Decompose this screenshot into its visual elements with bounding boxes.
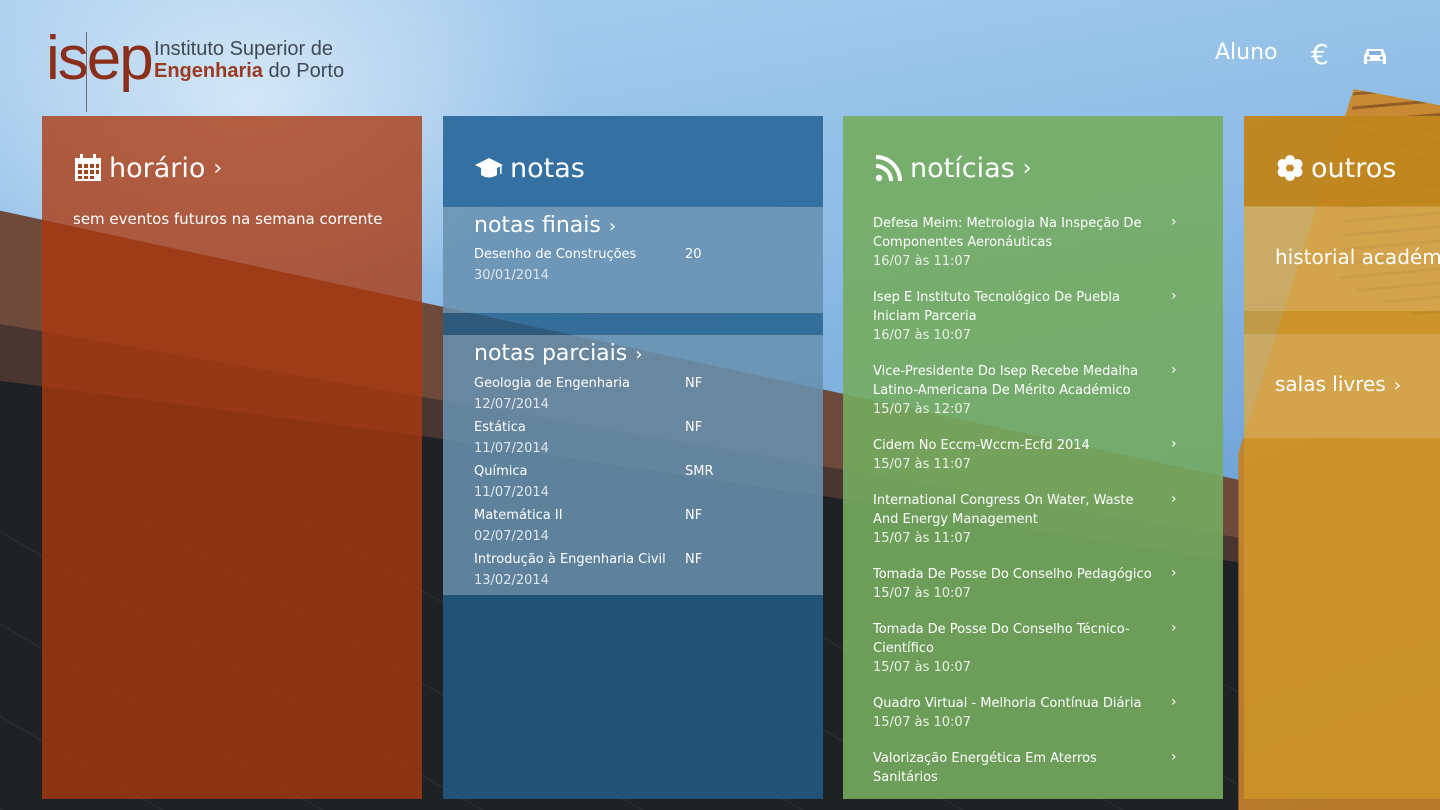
outros-item-label: historial académico bbox=[1275, 245, 1440, 269]
news-date: 15/07 às 10:07 bbox=[873, 586, 971, 601]
notas-parciais-block[interactable]: notas parciais › Geologia de Engenharia N… bbox=[443, 335, 823, 595]
news-item[interactable]: Cidem No Eccm-Wccm-Ecfd 2014 15/07 às 11… bbox=[873, 436, 1193, 472]
chevron-right-icon: › bbox=[1171, 214, 1177, 230]
notas-parciais-title[interactable]: notas parciais › bbox=[474, 341, 642, 366]
chevron-right-icon: › bbox=[1171, 436, 1177, 452]
notas-finais-title[interactable]: notas finais › bbox=[474, 213, 616, 238]
news-item[interactable]: International Congress On Water, Waste A… bbox=[873, 491, 1193, 546]
outros-panel: outros historial académico salas livres › bbox=[1244, 116, 1440, 799]
news-date: 15/07 às 11:07 bbox=[873, 531, 971, 546]
grade-value: 20 bbox=[685, 247, 702, 262]
news-title: Quadro Virtual - Melhoria Contínua Diári… bbox=[873, 696, 1142, 711]
user-label[interactable]: Aluno bbox=[1215, 40, 1278, 65]
chevron-right-icon: › bbox=[1171, 288, 1177, 304]
noticias-title-label: notícias bbox=[910, 152, 1015, 184]
news-title: International Congress On Water, Waste A… bbox=[873, 493, 1134, 527]
news-item[interactable]: Vice-Presidente Do Isep Recebe Medalha L… bbox=[873, 362, 1193, 417]
calendar-icon bbox=[75, 154, 101, 181]
flower-icon bbox=[1277, 155, 1303, 181]
news-date: 15/07 às 10:07 bbox=[873, 715, 971, 730]
chevron-right-icon: › bbox=[1171, 362, 1177, 378]
logo-line2: Engenharia do Porto bbox=[154, 60, 344, 83]
chevron-right-icon: › bbox=[1171, 491, 1177, 507]
news-item[interactable]: Tomada De Posse Do Conselho Técnico-Cien… bbox=[873, 620, 1193, 675]
chevron-right-icon: › bbox=[635, 344, 643, 365]
chevron-right-icon: › bbox=[1171, 694, 1177, 710]
news-title: Valorização Energética Em Aterros Sanitá… bbox=[873, 751, 1097, 785]
news-title: Isep E Instituto Tecnológico De Puebla I… bbox=[873, 290, 1120, 324]
rss-icon bbox=[875, 155, 902, 182]
logo-line2-rest: do Porto bbox=[262, 60, 345, 82]
grade-date: 30/01/2014 bbox=[474, 268, 549, 283]
outros-title-label: outros bbox=[1311, 152, 1397, 184]
outros-title: outros bbox=[1275, 150, 1396, 186]
logo-line2-bold: Engenharia bbox=[154, 60, 263, 82]
logo-mark: isep bbox=[46, 24, 154, 93]
outros-item-text: salas livres bbox=[1275, 372, 1386, 396]
noticias-title[interactable]: notícias › bbox=[874, 150, 1032, 186]
chevron-right-icon: › bbox=[1393, 375, 1401, 396]
outros-item-historial[interactable]: historial académico bbox=[1244, 207, 1440, 311]
horario-title[interactable]: horário › bbox=[73, 150, 222, 186]
notas-finais-block[interactable]: notas finais › Desenho de Construções 20 … bbox=[443, 207, 823, 313]
grade-value: NF bbox=[685, 552, 703, 567]
news-date: 15/07 às 11:07 bbox=[873, 457, 971, 472]
grade-date: 02/07/2014 bbox=[474, 529, 549, 544]
outros-item-salas-livres[interactable]: salas livres › bbox=[1244, 334, 1440, 438]
grade-date: 13/02/2014 bbox=[474, 573, 549, 588]
logo-divider bbox=[86, 32, 87, 112]
logo-line1: Instituto Superior de bbox=[154, 38, 333, 60]
news-item[interactable]: Defesa Meim: Metrologia Na Inspeção De C… bbox=[873, 214, 1193, 269]
chevron-right-icon: › bbox=[608, 216, 617, 237]
horario-empty-text: sem eventos futuros na semana corrente bbox=[73, 210, 383, 228]
grade-date: 12/07/2014 bbox=[474, 397, 549, 412]
chevron-right-icon: › bbox=[1022, 155, 1032, 181]
notas-finais-title-label: notas finais bbox=[474, 213, 601, 238]
grade-date: 11/07/2014 bbox=[474, 485, 549, 500]
news-item[interactable]: Valorização Energética Em Aterros Sanitá… bbox=[873, 749, 1193, 787]
grade-course: Estática bbox=[474, 420, 526, 435]
grade-course: Matemática II bbox=[474, 508, 563, 523]
chevron-right-icon: › bbox=[1171, 565, 1177, 581]
notas-title: notas bbox=[474, 150, 585, 186]
news-title: Tomada De Posse Do Conselho Técnico-Cien… bbox=[873, 622, 1130, 656]
outros-item-label: salas livres › bbox=[1275, 372, 1401, 396]
car-icon[interactable] bbox=[1362, 46, 1388, 68]
chevron-right-icon: › bbox=[213, 155, 223, 181]
grade-value: NF bbox=[685, 376, 703, 391]
news-title: Cidem No Eccm-Wccm-Ecfd 2014 bbox=[873, 438, 1090, 453]
horario-title-label: horário bbox=[109, 152, 206, 184]
news-item[interactable]: Tomada De Posse Do Conselho Pedagógico 1… bbox=[873, 565, 1193, 601]
grade-value: NF bbox=[685, 508, 703, 523]
news-date: 16/07 às 11:07 bbox=[873, 254, 971, 269]
grade-date: 11/07/2014 bbox=[474, 441, 549, 456]
news-title: Tomada De Posse Do Conselho Pedagógico bbox=[873, 567, 1152, 582]
news-title: Vice-Presidente Do Isep Recebe Medalha L… bbox=[873, 364, 1139, 398]
noticias-panel: notícias › Defesa Meim: Metrologia Na In… bbox=[843, 116, 1223, 799]
chevron-right-icon: › bbox=[1171, 749, 1177, 765]
notas-panel: notas notas finais › Desenho de Construçõ… bbox=[443, 116, 823, 799]
grade-value: SMR bbox=[685, 464, 714, 479]
horario-panel: horário › sem eventos futuros na semana … bbox=[42, 116, 422, 799]
news-item[interactable]: Quadro Virtual - Melhoria Contínua Diári… bbox=[873, 694, 1193, 730]
notas-parciais-title-label: notas parciais bbox=[474, 341, 628, 366]
grade-course: Introdução à Engenharia Civil bbox=[474, 552, 666, 567]
notas-title-label: notas bbox=[510, 152, 585, 184]
chevron-right-icon: › bbox=[1171, 620, 1177, 636]
news-date: 15/07 às 12:07 bbox=[873, 402, 971, 417]
grade-course: Química bbox=[474, 464, 528, 479]
graduation-cap-icon bbox=[475, 158, 503, 178]
news-date: 16/07 às 10:07 bbox=[873, 328, 971, 343]
grade-course: Geologia de Engenharia bbox=[474, 376, 631, 391]
news-title: Defesa Meim: Metrologia Na Inspeção De C… bbox=[873, 216, 1142, 250]
news-item[interactable]: Isep E Instituto Tecnológico De Puebla I… bbox=[873, 288, 1193, 343]
grade-value: NF bbox=[685, 420, 703, 435]
euro-icon[interactable]: € bbox=[1311, 38, 1329, 71]
news-date: 15/07 às 10:07 bbox=[873, 660, 971, 675]
grade-course: Desenho de Construções bbox=[474, 247, 637, 262]
